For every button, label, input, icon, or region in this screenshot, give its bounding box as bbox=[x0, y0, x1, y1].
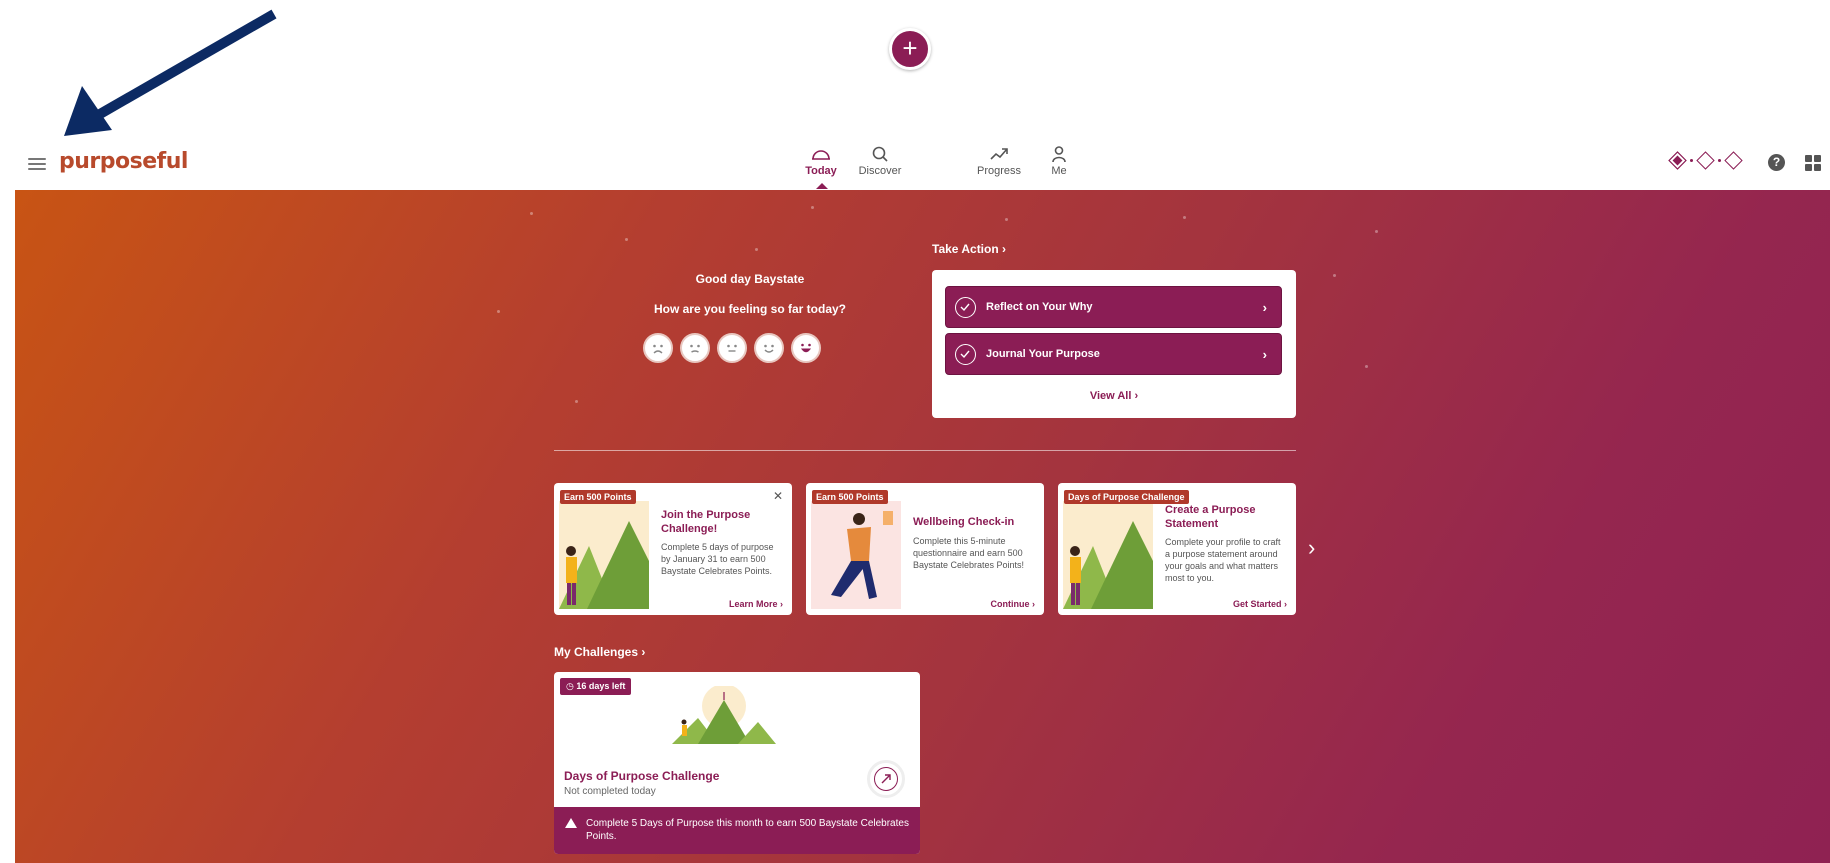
promo-card-purpose-statement[interactable]: Days of Purpose Challenge Create a Purpo… bbox=[1058, 483, 1296, 615]
divider bbox=[554, 450, 1296, 451]
action-journal-purpose[interactable]: Journal Your Purpose › bbox=[945, 333, 1282, 375]
level-diamonds[interactable] bbox=[1668, 151, 1743, 170]
search-icon bbox=[872, 146, 888, 162]
sad-face-icon[interactable] bbox=[680, 333, 710, 363]
my-challenges-heading-label: My Challenges bbox=[554, 645, 639, 659]
smile-face-icon[interactable] bbox=[754, 333, 784, 363]
promo-card-purpose-challenge[interactable]: Earn 500 Points ✕ Join the Purpose Chall… bbox=[554, 483, 792, 615]
mood-question: How are you feeling so far today? bbox=[653, 302, 847, 316]
take-action-heading-label: Take Action bbox=[932, 242, 999, 256]
close-icon[interactable]: ✕ bbox=[773, 489, 783, 503]
today-icon bbox=[812, 150, 830, 160]
top-nav: purposeful Today Discover Progress Me ? bbox=[15, 140, 1830, 190]
diamond-filled-icon bbox=[1668, 151, 1687, 170]
chevron-right-icon[interactable]: › bbox=[1308, 535, 1315, 561]
check-circle-icon bbox=[955, 344, 976, 365]
mountain-icon bbox=[565, 818, 577, 828]
action-reflect-why[interactable]: Reflect on Your Why › bbox=[945, 286, 1282, 328]
arrow-up-right-icon bbox=[881, 774, 891, 784]
cta-label: Continue bbox=[990, 599, 1030, 609]
learn-more-link[interactable]: Learn More › bbox=[729, 599, 783, 609]
app-page: purposeful Today Discover Progress Me ? … bbox=[0, 0, 1830, 863]
laugh-face-icon[interactable] bbox=[791, 333, 821, 363]
challenge-title: Days of Purpose Challenge bbox=[564, 769, 720, 783]
help-icon[interactable]: ? bbox=[1768, 154, 1785, 171]
menu-icon[interactable] bbox=[28, 158, 46, 170]
annotation-arrow bbox=[64, 9, 277, 136]
promo-title: Create a Purpose Statement bbox=[1165, 504, 1256, 530]
nav-label-me: Me bbox=[1051, 165, 1067, 177]
diamond-empty-icon bbox=[1696, 151, 1715, 170]
view-all-link[interactable]: View All › bbox=[932, 390, 1296, 402]
my-challenges-heading[interactable]: My Challenges › bbox=[554, 645, 645, 659]
chevron-right-icon: › bbox=[1262, 300, 1267, 315]
continue-link[interactable]: Continue › bbox=[991, 599, 1036, 609]
promo-description: Complete 5 days of purpose by January 31… bbox=[661, 542, 774, 576]
clock-icon: ◷ bbox=[566, 681, 574, 691]
challenge-footer-text: Complete 5 Days of Purpose this month to… bbox=[586, 818, 909, 842]
diamond-empty-icon bbox=[1724, 151, 1743, 170]
nav-item-me[interactable]: Me bbox=[1024, 146, 1094, 177]
nav-label-today: Today bbox=[805, 165, 837, 177]
points-badge: Earn 500 Points bbox=[812, 490, 888, 504]
apps-grid-icon[interactable] bbox=[1805, 155, 1821, 171]
progress-ring[interactable] bbox=[867, 760, 905, 798]
greeting-title: Good day Baystate bbox=[695, 272, 805, 286]
chevron-right-icon: › bbox=[1262, 347, 1267, 362]
cta-label: Get Started bbox=[1232, 599, 1282, 609]
very-sad-face-icon[interactable] bbox=[643, 333, 673, 363]
mood-picker bbox=[643, 333, 821, 363]
take-action-heading[interactable]: Take Action › bbox=[932, 242, 1006, 256]
action-label: Journal Your Purpose bbox=[986, 348, 1100, 360]
check-circle-icon bbox=[955, 297, 976, 318]
take-action-card: Reflect on Your Why › Journal Your Purpo… bbox=[932, 270, 1296, 418]
person-icon bbox=[1052, 146, 1066, 162]
points-badge: Earn 500 Points bbox=[560, 490, 636, 504]
nav-label-discover: Discover bbox=[858, 165, 902, 177]
summit-illustration bbox=[672, 686, 776, 744]
mountain-illustration bbox=[559, 501, 649, 609]
challenge-footer: Complete 5 Days of Purpose this month to… bbox=[554, 807, 920, 854]
action-label: Reflect on Your Why bbox=[986, 301, 1093, 313]
promo-description: Complete your profile to craft a purpose… bbox=[1165, 537, 1281, 583]
view-all-label: View All bbox=[1089, 390, 1132, 402]
add-button[interactable]: + bbox=[889, 28, 931, 70]
nav-item-discover[interactable]: Discover bbox=[845, 146, 915, 177]
promo-title: Join the Purpose Challenge! bbox=[661, 509, 751, 535]
promo-description: Complete this 5-minute questionnaire and… bbox=[913, 536, 1025, 570]
mountain-illustration bbox=[1063, 501, 1153, 609]
promo-title: Wellbeing Check-in bbox=[913, 516, 1015, 528]
promo-card-wellbeing[interactable]: Earn 500 Points Wellbeing Check-in Compl… bbox=[806, 483, 1044, 615]
walking-person-illustration bbox=[811, 501, 901, 609]
today-hero: Good day Baystate How are you feeling so… bbox=[15, 190, 1830, 863]
get-started-link[interactable]: Get Started › bbox=[1233, 599, 1287, 609]
logo[interactable]: purposeful bbox=[59, 149, 188, 174]
challenge-card[interactable]: ◷ 16 days left Days of Purpose Challenge… bbox=[554, 672, 920, 854]
challenge-badge: Days of Purpose Challenge bbox=[1064, 490, 1189, 504]
progress-icon bbox=[990, 148, 1008, 160]
challenge-status: Not completed today bbox=[564, 786, 656, 797]
cta-label: Learn More bbox=[728, 599, 778, 609]
days-left-badge: ◷ 16 days left bbox=[560, 678, 632, 695]
chevron-right-icon: › bbox=[1002, 242, 1007, 256]
neutral-face-icon[interactable] bbox=[717, 333, 747, 363]
nav-label-progress: Progress bbox=[976, 165, 1022, 177]
days-left-label: 16 days left bbox=[576, 681, 626, 691]
